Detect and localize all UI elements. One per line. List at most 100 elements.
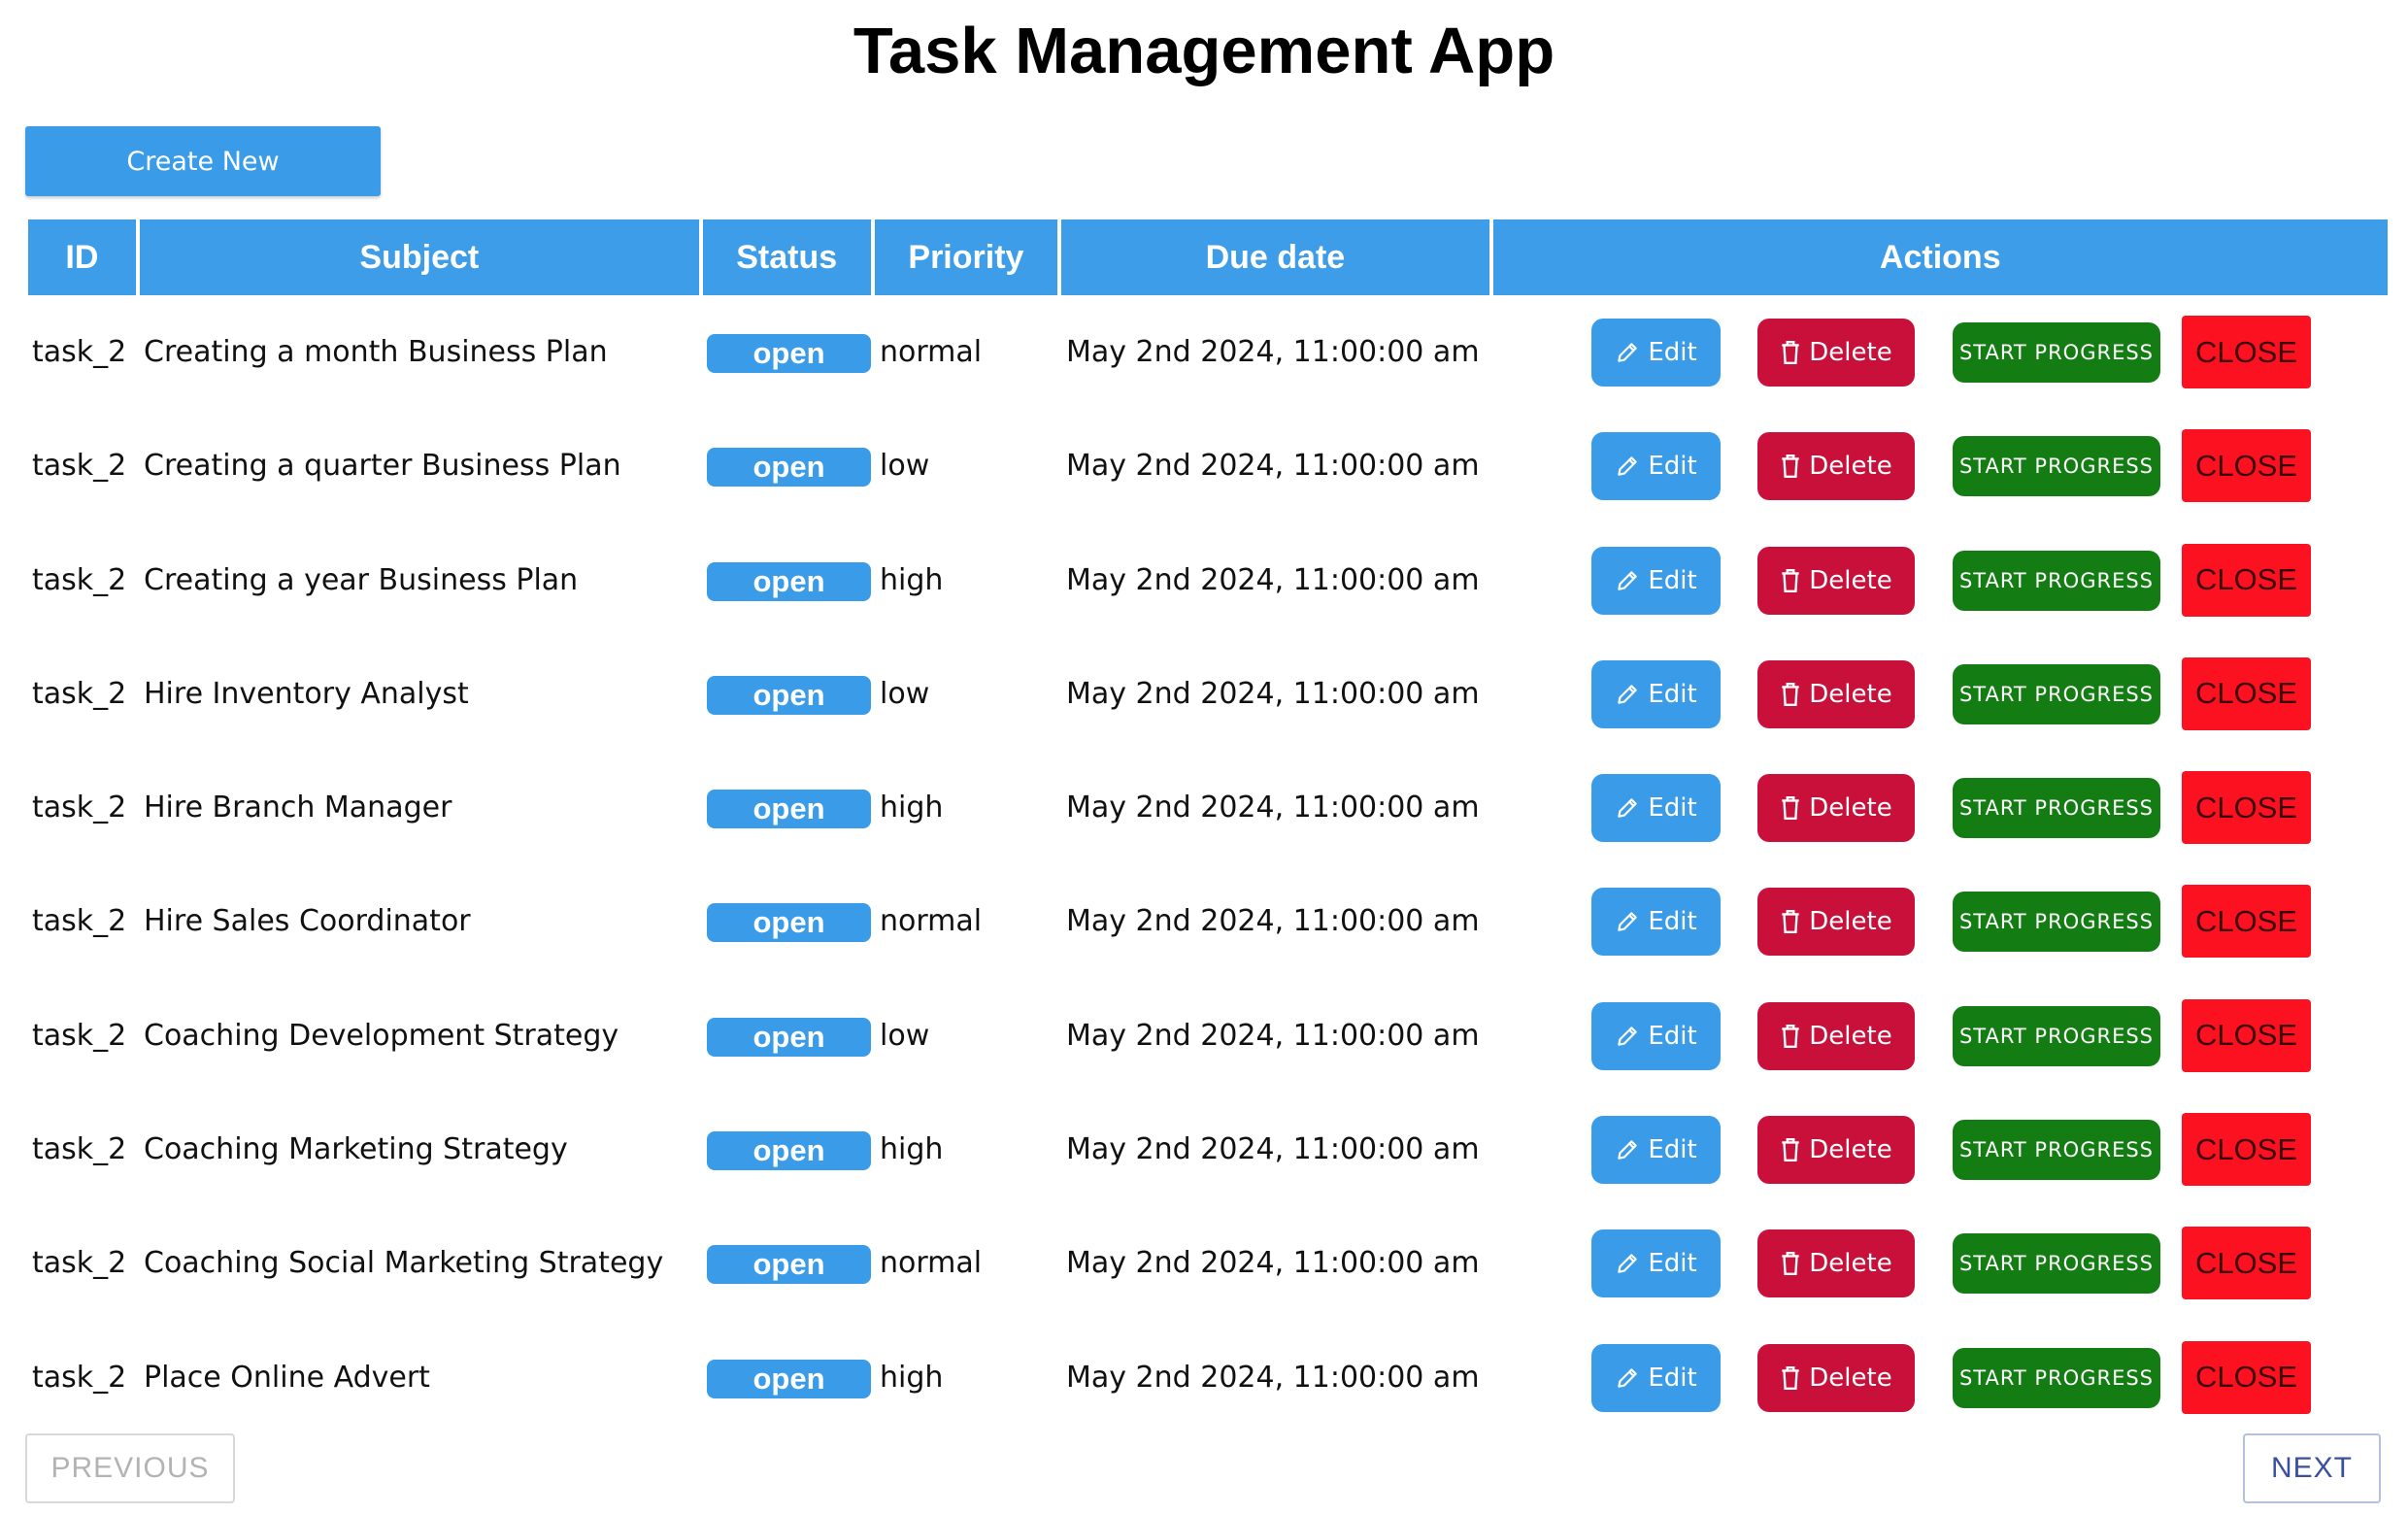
start-progress-button[interactable]: START PROGRESS xyxy=(1953,322,2160,383)
task-due-date: May 2nd 2024, 11:00:00 am xyxy=(1066,1360,1480,1395)
trash-icon xyxy=(1780,454,1809,479)
pencil-icon xyxy=(1615,909,1648,934)
close-task-button[interactable]: CLOSE xyxy=(2182,1340,2311,1414)
close-task-button[interactable]: CLOSE xyxy=(2182,429,2311,503)
task-table: ID Subject Status Priority Due date Acti… xyxy=(28,219,2388,1434)
delete-button-label: Delete xyxy=(1809,793,1892,824)
task-priority: normal xyxy=(880,904,983,939)
edit-button[interactable]: Edit xyxy=(1591,546,1721,615)
create-new-button[interactable]: Create New xyxy=(25,126,381,196)
task-id: task_2 xyxy=(32,1360,127,1395)
status-badge: open xyxy=(707,561,871,601)
column-header-status: Status xyxy=(702,219,871,295)
task-id: task_2 xyxy=(32,335,127,369)
edit-button[interactable]: Edit xyxy=(1591,774,1721,843)
task-id: task_2 xyxy=(32,1132,127,1167)
delete-button[interactable]: Delete xyxy=(1757,1116,1915,1185)
table-row: task_2 Coaching Social Marketing Strategy… xyxy=(28,1206,2388,1320)
delete-button-label: Delete xyxy=(1809,452,1892,482)
start-progress-button[interactable]: START PROGRESS xyxy=(1953,436,2160,497)
start-progress-button[interactable]: START PROGRESS xyxy=(1953,892,2160,953)
start-progress-button[interactable]: START PROGRESS xyxy=(1953,663,2160,724)
column-header-due-date: Due date xyxy=(1061,219,1489,295)
edit-button[interactable]: Edit xyxy=(1591,659,1721,728)
edit-button[interactable]: Edit xyxy=(1591,1116,1721,1185)
close-task-button[interactable]: CLOSE xyxy=(2182,316,2311,388)
edit-button[interactable]: Edit xyxy=(1591,1343,1721,1412)
next-page-button[interactable]: NEXT xyxy=(2243,1433,2381,1503)
task-priority: low xyxy=(880,449,930,484)
start-progress-button[interactable]: START PROGRESS xyxy=(1953,1005,2160,1066)
start-progress-button[interactable]: START PROGRESS xyxy=(1953,1233,2160,1295)
edit-button[interactable]: Edit xyxy=(1591,319,1721,387)
status-badge: open xyxy=(707,1131,871,1171)
start-progress-button[interactable]: START PROGRESS xyxy=(1953,550,2160,611)
delete-button[interactable]: Delete xyxy=(1757,1001,1915,1070)
trash-icon xyxy=(1780,340,1809,365)
delete-button[interactable]: Delete xyxy=(1757,1229,1915,1298)
task-due-date: May 2nd 2024, 11:00:00 am xyxy=(1066,904,1480,939)
edit-button[interactable]: Edit xyxy=(1591,432,1721,501)
close-task-button[interactable]: CLOSE xyxy=(2182,543,2311,617)
trash-icon xyxy=(1780,682,1809,707)
close-task-button[interactable]: CLOSE xyxy=(2182,885,2311,959)
start-progress-button[interactable]: START PROGRESS xyxy=(1953,778,2160,839)
close-task-button[interactable]: CLOSE xyxy=(2182,771,2311,845)
start-progress-button[interactable]: START PROGRESS xyxy=(1953,1347,2160,1408)
task-subject: Creating a quarter Business Plan xyxy=(144,449,621,484)
trash-icon xyxy=(1780,1137,1809,1162)
trash-icon xyxy=(1780,1251,1809,1276)
delete-button[interactable]: Delete xyxy=(1757,774,1915,843)
delete-button-label: Delete xyxy=(1809,1021,1892,1051)
task-priority: normal xyxy=(880,335,983,369)
delete-button[interactable]: Delete xyxy=(1757,319,1915,387)
edit-button-label: Edit xyxy=(1648,1249,1697,1279)
close-task-button[interactable]: CLOSE xyxy=(2182,998,2311,1072)
edit-button-label: Edit xyxy=(1648,452,1697,482)
task-priority: low xyxy=(880,676,930,711)
delete-button-label: Delete xyxy=(1809,1249,1892,1279)
table-row: task_2 Place Online Advert open high May 2nd… xyxy=(28,1321,2388,1434)
edit-button-label: Edit xyxy=(1648,907,1697,937)
close-task-button[interactable]: CLOSE xyxy=(2182,1227,2311,1300)
task-subject: Coaching Development Strategy xyxy=(144,1018,619,1053)
task-subject: Coaching Marketing Strategy xyxy=(144,1132,568,1167)
task-id: task_2 xyxy=(32,791,127,825)
edit-button[interactable]: Edit xyxy=(1591,1001,1721,1070)
task-due-date: May 2nd 2024, 11:00:00 am xyxy=(1066,449,1480,484)
trash-icon xyxy=(1780,1024,1809,1049)
table-row: task_2 Creating a quarter Business Plan op… xyxy=(28,409,2388,522)
edit-button[interactable]: Edit xyxy=(1591,888,1721,957)
start-progress-button[interactable]: START PROGRESS xyxy=(1953,1120,2160,1181)
delete-button[interactable]: Delete xyxy=(1757,432,1915,501)
task-priority: high xyxy=(880,1132,944,1167)
delete-button[interactable]: Delete xyxy=(1757,659,1915,728)
table-row: task_2 Coaching Development Strategy open l… xyxy=(28,979,2388,1093)
column-header-subject: Subject xyxy=(139,219,699,295)
status-badge: open xyxy=(707,1245,871,1285)
task-priority: low xyxy=(880,1018,930,1053)
pencil-icon xyxy=(1615,1251,1648,1276)
delete-button-label: Delete xyxy=(1809,907,1892,937)
pencil-icon xyxy=(1615,1137,1648,1162)
edit-button-label: Edit xyxy=(1648,1135,1697,1165)
delete-button[interactable]: Delete xyxy=(1757,888,1915,957)
close-task-button[interactable]: CLOSE xyxy=(2182,656,2311,730)
task-id: task_2 xyxy=(32,676,127,711)
delete-button[interactable]: Delete xyxy=(1757,1343,1915,1412)
edit-button-label: Edit xyxy=(1648,338,1697,367)
column-header-actions: Actions xyxy=(1492,219,2388,295)
pencil-icon xyxy=(1615,795,1648,821)
edit-button-label: Edit xyxy=(1648,679,1697,709)
close-task-button[interactable]: CLOSE xyxy=(2182,1113,2311,1187)
task-priority: high xyxy=(880,1360,944,1395)
pencil-icon xyxy=(1615,340,1648,365)
edit-button[interactable]: Edit xyxy=(1591,1229,1721,1298)
table-row: task_2 Creating a month Business Plan open… xyxy=(28,295,2388,409)
status-badge: open xyxy=(707,903,871,943)
task-id: task_2 xyxy=(32,1018,127,1053)
delete-button-label: Delete xyxy=(1809,1135,1892,1165)
previous-page-button[interactable]: PREVIOUS xyxy=(25,1433,235,1503)
task-subject: Hire Inventory Analyst xyxy=(144,676,469,711)
delete-button[interactable]: Delete xyxy=(1757,546,1915,615)
